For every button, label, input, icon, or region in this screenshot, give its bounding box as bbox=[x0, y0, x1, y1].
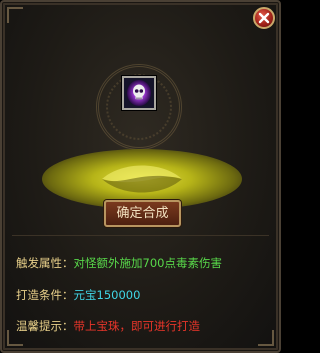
purple-skull-orb-icon bbox=[124, 78, 154, 108]
tip-row: 温馨提示：带上宝珠，即可进行打造 bbox=[16, 318, 200, 334]
trigger-attribute-value: 对怪额外施加700点毒素伤害 bbox=[73, 256, 222, 270]
trigger-attribute-row: 触发属性：对怪额外施加700点毒素伤害 bbox=[16, 255, 222, 271]
divider bbox=[12, 235, 269, 236]
forge-condition-label: 打造条件： bbox=[16, 288, 74, 302]
frame-corner-decoration bbox=[258, 330, 274, 346]
trigger-attribute-label: 触发属性： bbox=[16, 256, 74, 270]
tip-label: 温馨提示： bbox=[16, 319, 74, 333]
close-button[interactable] bbox=[253, 7, 275, 29]
forge-condition-row: 打造条件：元宝150000 bbox=[16, 287, 140, 303]
confirm-synthesis-button[interactable]: 确定合成 bbox=[104, 200, 181, 227]
forge-dialog: 确定合成 触发属性：对怪额外施加700点毒素伤害 打造条件：元宝150000 温… bbox=[0, 0, 281, 353]
close-icon bbox=[258, 12, 270, 24]
frame-corner-decoration bbox=[7, 7, 23, 23]
tip-value: 带上宝珠，即可进行打造 bbox=[73, 319, 201, 333]
item-slot[interactable] bbox=[122, 76, 156, 110]
forge-condition-value: 元宝150000 bbox=[73, 288, 141, 302]
